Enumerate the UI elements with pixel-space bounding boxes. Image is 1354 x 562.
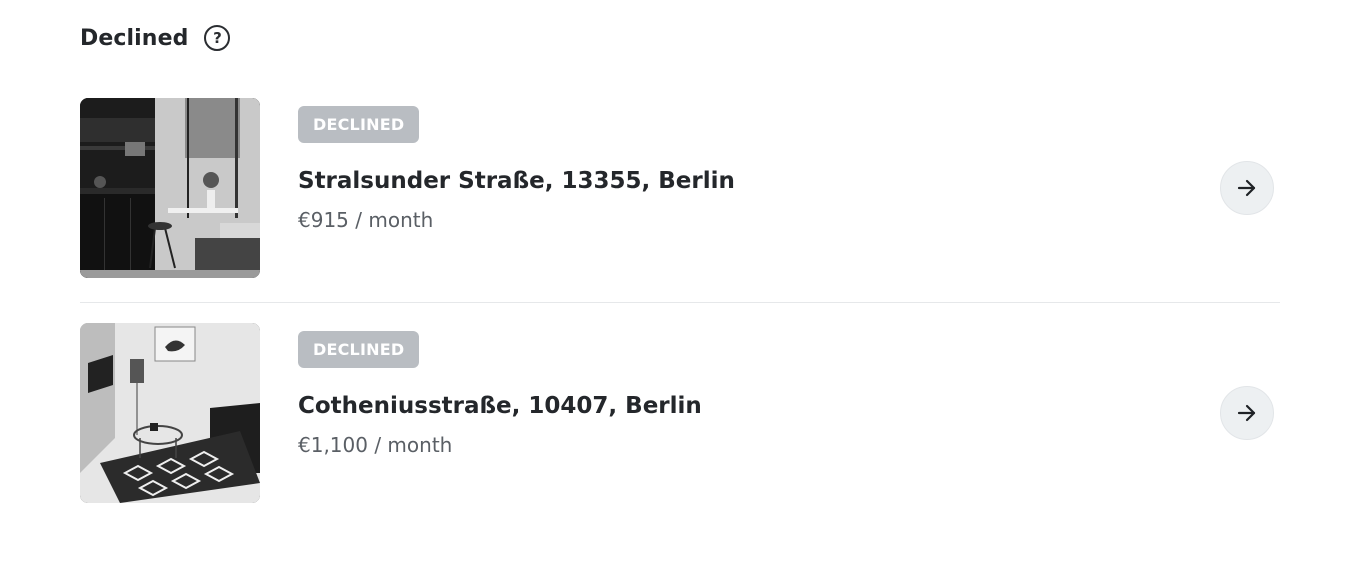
listing-photo [80,98,260,278]
listing-address[interactable]: Stralsunder Straße, 13355, Berlin [298,168,735,194]
listing-card[interactable]: DECLINED Stralsunder Straße, 13355, Berl… [80,98,1280,278]
section-header: Declined ? [80,22,231,54]
question-circle-icon[interactable]: ? [204,25,231,51]
status-badge: DECLINED [298,106,420,143]
listing-card[interactable]: DECLINED Cotheniusstraße, 10407, Berlin … [80,323,1280,503]
listing-address[interactable]: Cotheniusstraße, 10407, Berlin [298,393,702,419]
open-listing-button[interactable] [1220,386,1274,440]
divider [80,302,1280,303]
listing-price: €915 / month [298,208,434,232]
open-listing-button[interactable] [1220,161,1274,215]
arrow-right-icon [1237,404,1256,422]
section-title: Declined [80,25,189,51]
listing-photo [80,323,260,503]
listing-price: €1,100 / month [298,433,453,457]
arrow-right-icon [1237,179,1256,197]
status-badge: DECLINED [298,331,420,368]
